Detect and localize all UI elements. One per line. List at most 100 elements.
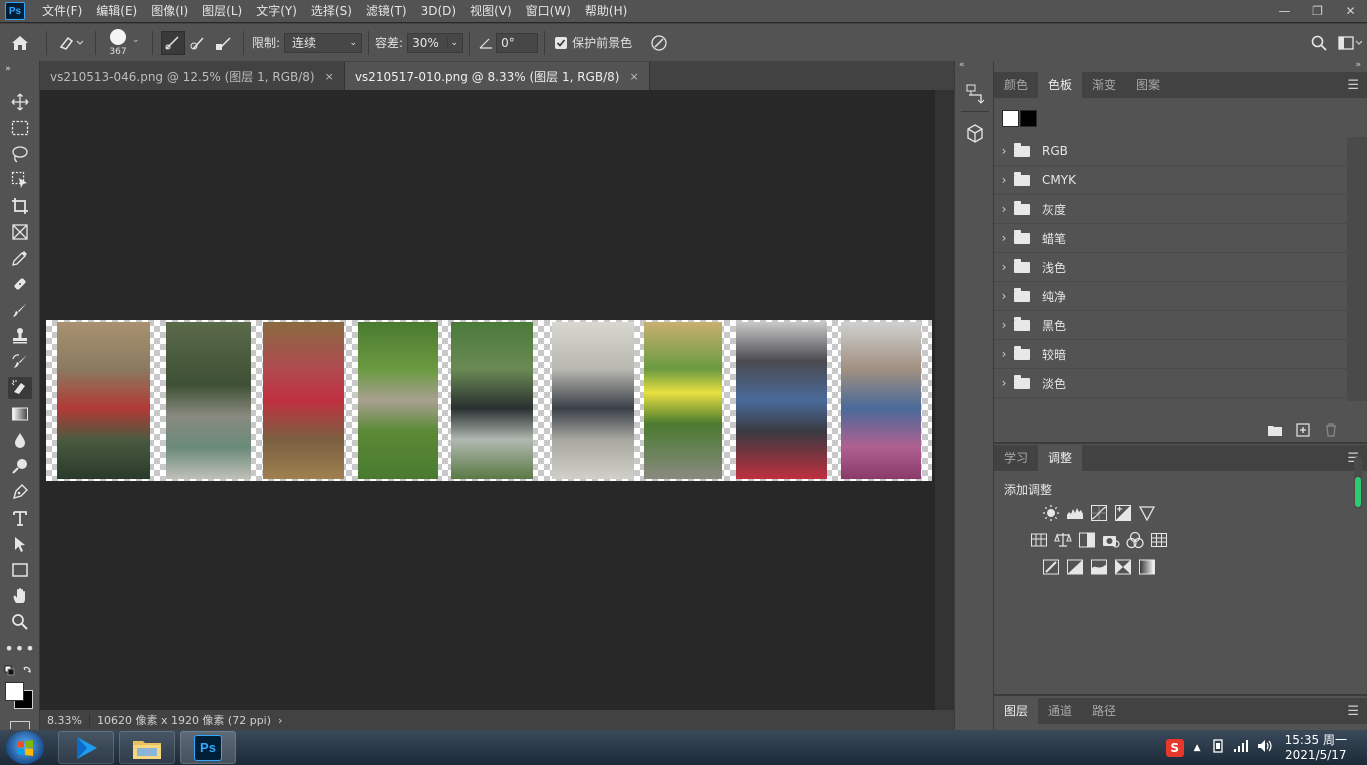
- exposure-icon[interactable]: [1114, 504, 1132, 522]
- chevron-right-icon[interactable]: ›: [994, 347, 1014, 361]
- tab-document-2[interactable]: vs210517-010.png @ 8.33% (图层 1, RGB/8) ×: [344, 62, 650, 90]
- document-image-strip[interactable]: [46, 320, 932, 481]
- brush-tool-icon[interactable]: [8, 299, 32, 321]
- move-tool-icon[interactable]: [8, 91, 32, 113]
- sampling-background-swatch-icon[interactable]: [211, 35, 237, 51]
- menu-view[interactable]: 视图(V): [463, 0, 519, 22]
- close-icon[interactable]: ✕: [1334, 0, 1367, 22]
- dodge-tool-icon[interactable]: [8, 455, 32, 477]
- swatch-group-muted[interactable]: › 淡色: [994, 369, 1347, 398]
- menu-type[interactable]: 文字(Y): [249, 0, 304, 22]
- frame-tool-icon[interactable]: [8, 221, 32, 243]
- panel-menu-icon[interactable]: ☰: [1347, 704, 1359, 719]
- brightness-contrast-icon[interactable]: [1042, 504, 1060, 522]
- chevron-right-icon[interactable]: ›: [994, 260, 1014, 274]
- collapse-arrows-icon[interactable]: »: [0, 63, 16, 75]
- angle-field[interactable]: 0°: [496, 32, 539, 53]
- trash-icon[interactable]: [1323, 423, 1339, 437]
- show-hidden-icons-icon[interactable]: ▲: [1194, 743, 1201, 753]
- pen-tool-icon[interactable]: [8, 481, 32, 503]
- chevron-right-icon[interactable]: ›: [994, 144, 1014, 158]
- selective-color-icon[interactable]: [1114, 558, 1132, 576]
- minimize-icon[interactable]: —: [1268, 0, 1301, 22]
- type-tool-icon[interactable]: [8, 507, 32, 529]
- scroll-thumb[interactable]: [1355, 477, 1361, 507]
- chevron-right-icon[interactable]: ›: [994, 289, 1014, 303]
- hand-tool-icon[interactable]: [8, 585, 32, 607]
- menu-3d[interactable]: 3D(D): [414, 0, 463, 22]
- photoshop-app[interactable]: Ps: [180, 731, 236, 764]
- chevron-right-icon[interactable]: ›: [994, 231, 1014, 245]
- chevron-right-icon[interactable]: ›: [994, 376, 1014, 390]
- panel-menu-icon[interactable]: ☰: [1347, 78, 1359, 93]
- gradient-map-icon[interactable]: [1138, 558, 1156, 576]
- menu-filter[interactable]: 滤镜(T): [359, 0, 414, 22]
- tab-adjustments[interactable]: 调整: [1038, 445, 1083, 471]
- new-group-folder-icon[interactable]: [1267, 423, 1283, 437]
- pressure-size-icon[interactable]: [644, 34, 674, 52]
- healing-brush-tool-icon[interactable]: [8, 273, 32, 295]
- collapse-arrows-icon[interactable]: «: [959, 60, 965, 70]
- tab-patterns[interactable]: 图案: [1126, 72, 1170, 98]
- swatch-group-pastel[interactable]: › 蜡笔: [994, 224, 1347, 253]
- adjustments-scrollbar[interactable]: [1354, 457, 1362, 509]
- tab-paths[interactable]: 路径: [1082, 698, 1126, 724]
- chevron-right-icon[interactable]: ›: [994, 173, 1014, 187]
- tab-document-1[interactable]: vs210513-046.png @ 12.5% (图层 1, RGB/8) ×: [40, 62, 345, 90]
- swatch-group-cmyk[interactable]: › CMYK: [994, 166, 1347, 195]
- eyedropper-tool-icon[interactable]: [8, 247, 32, 269]
- chevron-right-icon[interactable]: ›: [994, 318, 1014, 332]
- tab-channels[interactable]: 通道: [1038, 698, 1082, 724]
- protect-foreground-checkbox[interactable]: [555, 36, 568, 49]
- tab-learn[interactable]: 学习: [994, 445, 1038, 471]
- rectangle-tool-icon[interactable]: [8, 559, 32, 581]
- vibrance-icon[interactable]: [1138, 504, 1156, 522]
- search-icon[interactable]: [1305, 35, 1333, 51]
- close-icon[interactable]: ×: [325, 70, 334, 83]
- swatch-group-dark[interactable]: › 黑色: [994, 311, 1347, 340]
- sampling-once-icon[interactable]: [185, 35, 211, 51]
- black-white-icon[interactable]: [1078, 531, 1096, 549]
- background-eraser-preset-icon[interactable]: [53, 35, 89, 51]
- history-brush-tool-icon[interactable]: [8, 351, 32, 373]
- zoom-tool-icon[interactable]: [8, 611, 32, 633]
- restore-icon[interactable]: ❐: [1301, 0, 1334, 22]
- levels-icon[interactable]: [1066, 504, 1084, 522]
- menu-select[interactable]: 选择(S): [304, 0, 359, 22]
- file-explorer-app[interactable]: [119, 731, 175, 764]
- brush-size-picker[interactable]: 367 ⌄: [102, 25, 146, 61]
- marquee-tool-icon[interactable]: [8, 117, 32, 139]
- color-balance-icon[interactable]: [1054, 531, 1072, 549]
- menu-layer[interactable]: 图层(L): [195, 0, 249, 22]
- workspace-switcher-icon[interactable]: [1333, 36, 1367, 50]
- swatch-group-light[interactable]: › 浅色: [994, 253, 1347, 282]
- sogou-ime-icon[interactable]: S: [1165, 738, 1184, 757]
- media-player-app[interactable]: [58, 731, 114, 764]
- swatch-group-rgb[interactable]: › RGB: [994, 137, 1347, 166]
- photo-filter-icon[interactable]: [1102, 531, 1120, 549]
- path-selection-tool-icon[interactable]: [8, 533, 32, 555]
- quick-mask-icon[interactable]: [10, 721, 30, 729]
- limit-dropdown[interactable]: 连续 ⌄: [284, 32, 363, 53]
- tab-color[interactable]: 颜色: [994, 72, 1038, 98]
- clone-stamp-tool-icon[interactable]: [8, 325, 32, 347]
- gradient-tool-icon[interactable]: [8, 403, 32, 425]
- channel-mixer-icon[interactable]: [1126, 531, 1144, 549]
- hue-saturation-icon[interactable]: [1030, 531, 1048, 549]
- tab-layers[interactable]: 图层: [994, 698, 1039, 724]
- default-colors-icon[interactable]: [4, 665, 36, 677]
- swatch-group-grayscale[interactable]: › 灰度: [994, 195, 1347, 224]
- foreground-color-swatch[interactable]: [5, 682, 24, 701]
- blur-tool-icon[interactable]: [8, 429, 32, 451]
- menu-help[interactable]: 帮助(H): [578, 0, 634, 22]
- network-icon[interactable]: [1233, 739, 1249, 756]
- curves-icon[interactable]: [1090, 504, 1108, 522]
- collapse-arrows-icon[interactable]: »: [1355, 60, 1361, 70]
- crop-tool-icon[interactable]: [8, 195, 32, 217]
- vertical-scrollbar[interactable]: [935, 90, 954, 710]
- more-tools-icon[interactable]: •••: [4, 637, 34, 659]
- device-icon[interactable]: [1211, 738, 1225, 757]
- black-swatch[interactable]: [1020, 110, 1037, 127]
- swatches-scrollbar[interactable]: [1347, 137, 1367, 401]
- invert-icon[interactable]: [1042, 558, 1060, 576]
